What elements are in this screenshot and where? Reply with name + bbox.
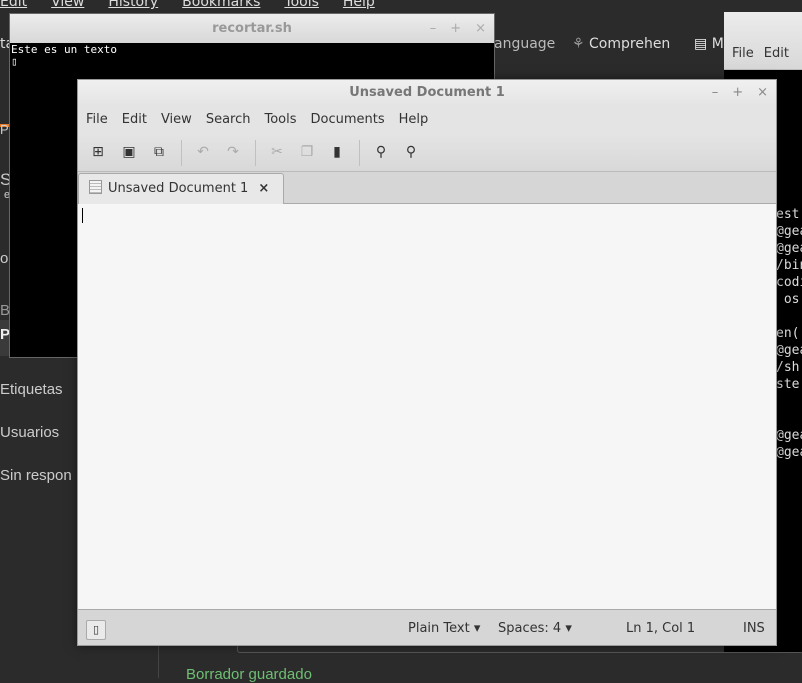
tab-unsaved-document-1[interactable]: Unsaved Document 1 × <box>78 173 284 204</box>
separator <box>255 140 256 166</box>
toolbar: ⊞ ▣ ⧉ ↶ ↷ ✂ ❐ ▮ ⚲ ⚲ <box>78 134 776 172</box>
gedit-window[interactable]: Unsaved Document 1 – + × File Edit View Searc… <box>77 79 777 646</box>
bookmark[interactable]: ▤ M <box>694 36 724 52</box>
search-replace-icon[interactable]: ⚲ <box>402 143 420 161</box>
menu-search[interactable]: Search <box>206 112 251 127</box>
bookmark-icon: ⚘ <box>572 36 585 52</box>
cursor-position: Ln 1, Col 1 <box>626 621 696 636</box>
tab-close-icon[interactable]: × <box>258 181 269 196</box>
bookmark[interactable]: ⚘ Comprehen <box>572 36 670 52</box>
open-icon[interactable]: ▣ <box>120 143 138 161</box>
browser-menu-bar: Edit View History Bookmarks Tools Help <box>0 0 730 10</box>
menu-bookmarks[interactable]: Bookmarks <box>182 0 260 10</box>
menu-documents[interactable]: Documents <box>311 112 385 127</box>
close-button[interactable]: × <box>757 85 768 100</box>
menu-edit[interactable]: Edit <box>122 112 147 127</box>
menu-tools[interactable]: Tools <box>264 112 296 127</box>
save-icon[interactable]: ⧉ <box>150 143 168 161</box>
undo-icon[interactable]: ↶ <box>194 143 212 161</box>
text-cursor <box>82 208 83 223</box>
draft-status: Borrador guardado <box>186 666 312 683</box>
menu-help[interactable]: Help <box>399 112 429 127</box>
minimize-button[interactable]: – <box>430 21 437 36</box>
tab-bar: Unsaved Document 1 × <box>78 172 776 204</box>
minimize-button[interactable]: – <box>712 85 719 100</box>
title-bar[interactable]: recortar.sh – + × <box>10 14 494 43</box>
menu-file[interactable]: File <box>86 112 108 127</box>
sidebar-item-unanswered[interactable]: Sin respon <box>0 467 72 484</box>
sidebar-item-tags[interactable]: Etiquetas <box>0 381 63 398</box>
maximize-button[interactable]: + <box>732 85 743 100</box>
menu-edit[interactable]: Edit <box>764 46 789 61</box>
redo-icon[interactable]: ↷ <box>224 143 242 161</box>
menu-view[interactable]: View <box>161 112 192 127</box>
menu-edit[interactable]: Edit <box>0 0 27 10</box>
close-button[interactable]: × <box>475 21 486 36</box>
menu-file[interactable]: File <box>732 46 754 61</box>
separator <box>181 140 182 166</box>
document-icon: ▤ <box>694 36 708 52</box>
menu-help[interactable]: Help <box>343 0 375 10</box>
menu-bar: File Edit View Search Tools Documents Help <box>78 106 776 134</box>
search-icon[interactable]: ⚲ <box>372 143 390 161</box>
cut-icon[interactable]: ✂ <box>268 143 286 161</box>
terminal-menu-bar: File Edit <box>724 12 802 70</box>
menu-tools[interactable]: Tools <box>284 0 319 10</box>
bookmark[interactable]: anguage <box>494 36 555 52</box>
separator <box>359 140 360 166</box>
window-title: recortar.sh <box>212 21 292 36</box>
window-title: Unsaved Document 1 <box>349 85 505 100</box>
side-panel-toggle-icon[interactable]: ▯ <box>86 620 106 640</box>
terminal-output: Este es un texto ▯ <box>11 43 117 68</box>
paste-icon[interactable]: ▮ <box>328 143 346 161</box>
indent-selector[interactable]: Spaces: 4 ▾ <box>498 621 572 636</box>
document-icon <box>89 180 102 194</box>
copy-icon[interactable]: ❐ <box>298 143 316 161</box>
new-document-icon[interactable]: ⊞ <box>89 143 107 161</box>
language-selector[interactable]: Plain Text ▾ <box>408 621 480 636</box>
menu-history[interactable]: History <box>108 0 158 10</box>
terminal-output: est @gea @gea /bin codi os en( @gea /sh … <box>776 207 802 460</box>
insert-mode: INS <box>743 621 765 636</box>
status-bar: ▯ Plain Text ▾ Spaces: 4 ▾ Ln 1, Col 1 I… <box>78 609 776 645</box>
sidebar-item[interactable]: o <box>0 250 8 267</box>
sidebar-item-users[interactable]: Usuarios <box>0 424 59 441</box>
menu-view[interactable]: View <box>51 0 84 10</box>
title-bar[interactable]: Unsaved Document 1 – + × <box>78 80 776 106</box>
chevron-down-icon: ▾ <box>473 621 481 636</box>
chevron-down-icon: ▾ <box>565 621 572 636</box>
text-editor[interactable] <box>78 204 776 609</box>
maximize-button[interactable]: + <box>450 21 461 36</box>
